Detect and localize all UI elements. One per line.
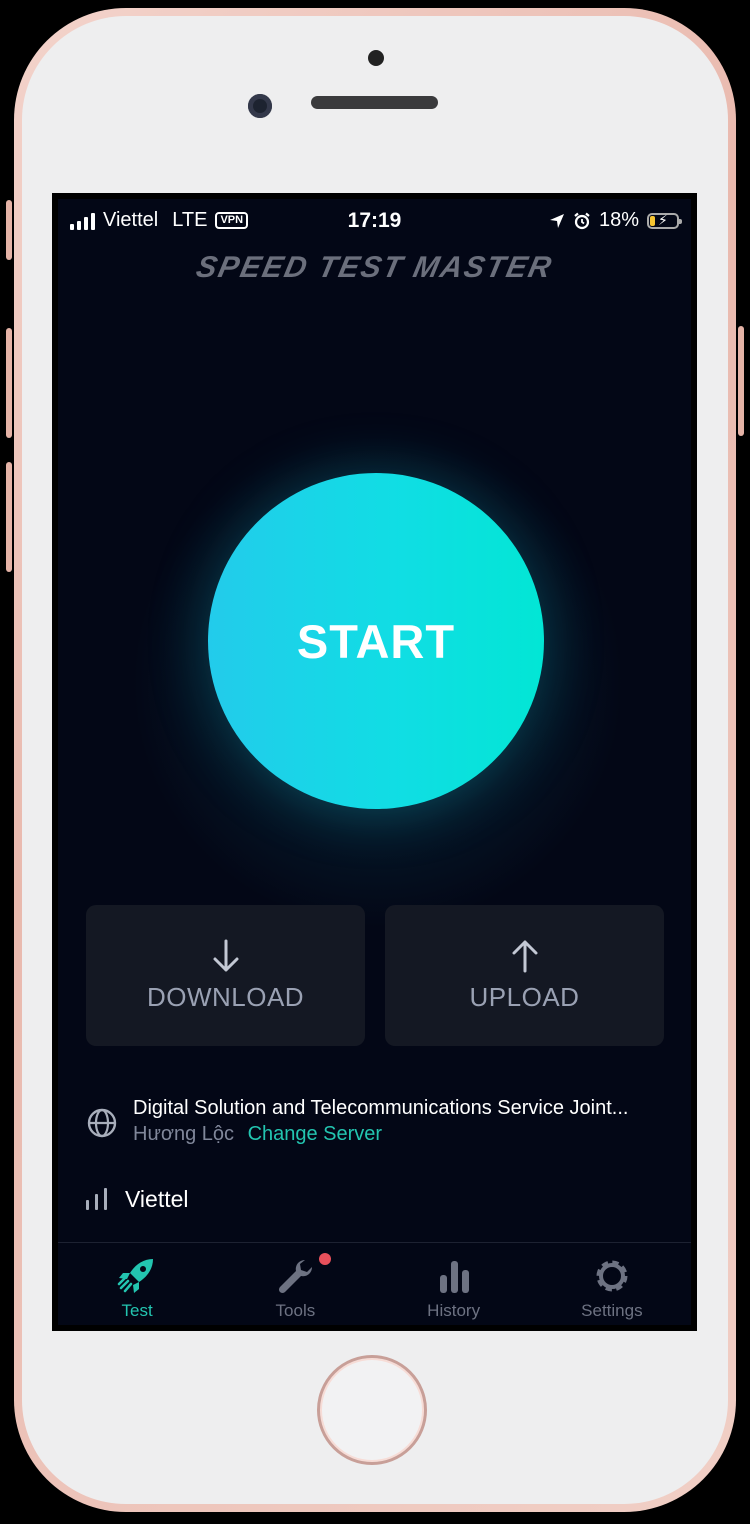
tab-tools-label: Tools: [275, 1301, 316, 1320]
network-carrier-row: Viettel: [86, 1184, 189, 1214]
charging-bolt-icon: ⚡: [658, 211, 668, 228]
battery-icon: ⚡: [647, 211, 682, 229]
proximity-sensor: [368, 50, 384, 66]
battery-fill: [650, 215, 656, 226]
battery-percent: 18%: [598, 209, 639, 231]
volume-down-button: [6, 462, 12, 572]
tools-badge: [319, 1253, 332, 1265]
power-button: [738, 326, 744, 436]
tab-history-label: History: [427, 1301, 481, 1320]
change-server-link[interactable]: Change Server: [248, 1123, 383, 1145]
mute-switch: [6, 200, 12, 260]
start-button-label: START: [296, 614, 456, 668]
download-label: DOWNLOAD: [146, 982, 305, 1012]
server-location: Hương Lộc: [133, 1123, 234, 1145]
server-subline: Hương Lộc Change Server: [133, 1123, 382, 1146]
tab-test-label: Test: [121, 1301, 153, 1320]
wrench-icon: [279, 1259, 313, 1294]
alarm-icon: [574, 212, 590, 229]
upload-card[interactable]: UPLOAD: [385, 905, 664, 1046]
gear-icon: [596, 1260, 628, 1292]
front-camera: [248, 94, 272, 118]
tab-settings[interactable]: Settings: [533, 1243, 691, 1325]
globe-icon: [87, 1108, 117, 1138]
server-info: Digital Solution and Telecommunications …: [86, 1097, 671, 1155]
status-right: 18% ⚡: [549, 209, 682, 232]
arrow-down-icon: [213, 939, 238, 972]
volume-up-button: [6, 328, 12, 438]
home-button[interactable]: [317, 1355, 427, 1465]
upload-label: UPLOAD: [469, 982, 580, 1012]
tab-bar: Test Tools History Settings: [58, 1242, 691, 1325]
tab-settings-label: Settings: [581, 1301, 643, 1320]
download-card[interactable]: DOWNLOAD: [86, 905, 365, 1046]
start-button[interactable]: START: [208, 473, 544, 809]
rocket-icon: [117, 1259, 154, 1293]
bar-chart-icon: [439, 1261, 469, 1293]
signal-bars-icon: [86, 1188, 107, 1210]
app-logo: SPEED TEST MASTER: [193, 251, 556, 284]
arrow-up-icon: [512, 940, 537, 973]
screen: Viettel LTE VPN 17:19 18% ⚡ SPEED TEST M…: [52, 193, 697, 1331]
status-bar: Viettel LTE VPN 17:19 18% ⚡: [58, 199, 691, 243]
location-arrow-icon: [549, 213, 564, 228]
network-carrier-name: Viettel: [125, 1185, 189, 1212]
server-name: Digital Solution and Telecommunications …: [133, 1097, 629, 1119]
tab-tools[interactable]: Tools: [216, 1243, 374, 1325]
app-screen: Viettel LTE VPN 17:19 18% ⚡ SPEED TEST M…: [58, 199, 691, 1325]
tab-history[interactable]: History: [375, 1243, 533, 1325]
earpiece-speaker: [311, 96, 438, 109]
tab-test[interactable]: Test: [58, 1243, 216, 1325]
